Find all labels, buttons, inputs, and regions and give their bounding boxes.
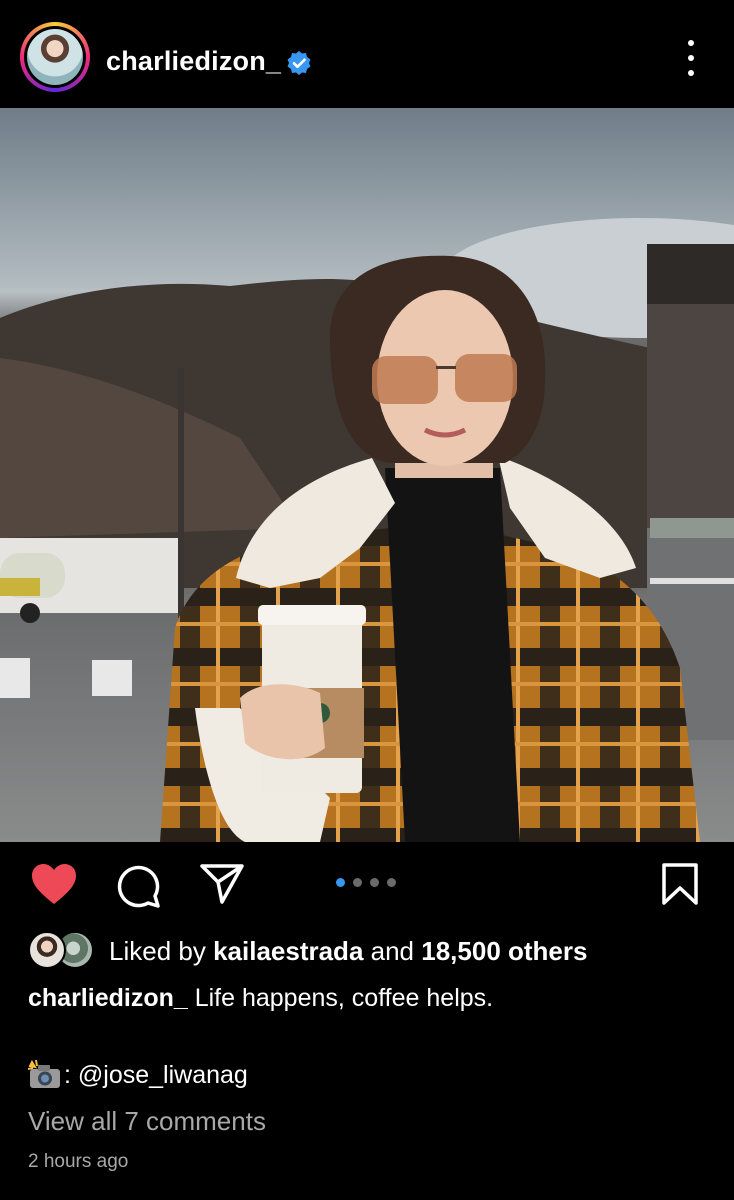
heart-filled-icon: [32, 864, 76, 904]
comment-icon: [117, 865, 160, 908]
liker-username-link[interactable]: kailaestrada: [213, 936, 363, 966]
view-all-comments-link[interactable]: View all 7 comments: [28, 1106, 266, 1137]
verified-badge-icon: [287, 51, 311, 75]
liker-avatar: [28, 931, 66, 969]
carousel-dot-active: [336, 878, 345, 887]
caption-username-link[interactable]: charliedizon_: [28, 984, 188, 1012]
carousel-dot: [387, 878, 396, 887]
caption-text: Life happens, coffee helps.: [194, 984, 494, 1012]
username-link[interactable]: charliedizon_: [106, 46, 281, 77]
share-button[interactable]: [198, 862, 246, 906]
profile-avatar[interactable]: [20, 22, 90, 92]
post-timestamp: 2 hours ago: [28, 1151, 129, 1172]
post-image[interactable]: [0, 108, 734, 842]
liked-by-avatars[interactable]: [28, 931, 96, 969]
photo-credit: : @jose_liwanag: [28, 1060, 248, 1090]
post-caption: charliedizon_ Life happens, coffee helps…: [28, 984, 493, 1013]
like-button[interactable]: [30, 862, 78, 906]
credit-text[interactable]: : @jose_liwanag: [64, 1061, 248, 1090]
more-vertical-icon: [688, 40, 694, 46]
likes-summary[interactable]: Liked by kailaestrada and 18,500 others: [109, 936, 587, 967]
carousel-dot: [353, 878, 362, 887]
camera-flash-icon: [28, 1060, 60, 1088]
post-photo-illustration: [0, 108, 734, 842]
carousel-indicator: [336, 878, 396, 887]
carousel-dot: [370, 878, 379, 887]
avatar-image: [27, 29, 83, 85]
more-options-button[interactable]: [678, 40, 704, 76]
bookmark-icon: [662, 863, 698, 905]
send-icon: [200, 864, 244, 904]
save-button[interactable]: [660, 862, 700, 906]
post-header: charliedizon_: [0, 0, 734, 108]
comment-button[interactable]: [114, 862, 162, 910]
likes-count-link[interactable]: 18,500 others: [421, 936, 587, 966]
